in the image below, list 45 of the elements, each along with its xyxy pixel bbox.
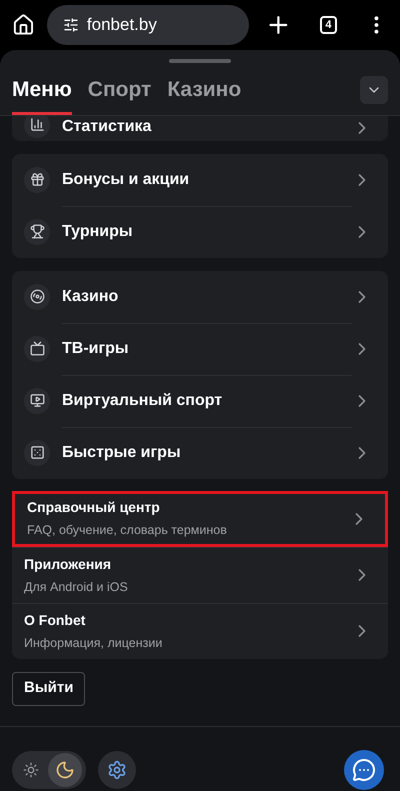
info-item-subtitle: Для Android и iOS [24,578,129,596]
site-info-icon[interactable] [62,17,79,33]
info-item[interactable]: Приложения Для Android и iOS [12,546,388,602]
menu-item[interactable]: Казино [12,270,388,322]
url-text: fonbet.by [86,14,157,36]
tab[interactable]: Казино [167,74,242,114]
menu-item-label: Быстрые игры [62,426,352,478]
info-item[interactable]: О Fonbet Информация, лицензии [12,602,388,658]
menu-item-label: Статистика [62,116,152,136]
theme-toggle[interactable] [12,750,86,788]
menu-item-label: Бонусы и акции [62,170,190,190]
settings-icon [107,760,127,780]
chart-icon [30,117,44,132]
drag-handle[interactable] [169,59,231,63]
info-item-subtitle: Информация, лицензии [24,634,164,652]
menu-item-label: Виртуальный спорт [62,374,352,426]
menu-item[interactable]: Виртуальный спорт [12,374,388,426]
tv-icon [30,341,44,356]
tab[interactable]: Спорт [88,74,152,114]
info-item[interactable]: Справочный центр FAQ, обучение, словарь терминов [12,490,388,546]
menu-item[interactable]: Бонусы и акции [12,154,388,206]
tab-count-button[interactable]: 4 [320,16,338,34]
info-item-title: Приложения [24,554,112,574]
info-item-title: О Fonbet [24,610,86,630]
moon-icon [55,760,75,780]
trophy-icon [30,224,44,239]
settings-button[interactable] [98,750,136,788]
logout-button[interactable]: Выйти [12,672,86,706]
sun-icon [23,762,39,778]
menu-item-label: Турниры [62,206,352,258]
menu-item-label: ТВ-игры [62,322,352,374]
dice-icon [30,445,44,460]
address-bar[interactable]: fonbet.by [46,5,249,45]
menu-item[interactable]: Статистика [12,116,388,140]
menu-item[interactable]: ТВ-игры [12,322,388,374]
gift-icon [30,172,44,187]
info-item-subtitle: FAQ, обучение, словарь терминов [27,522,228,540]
chat-button[interactable] [344,750,384,790]
chat-icon [352,758,376,782]
menu-item[interactable]: Быстрые игры [12,426,388,478]
menu-item[interactable]: Турниры [12,206,388,258]
collapse-button[interactable] [360,76,388,104]
info-item-title: Справочный центр [27,498,161,518]
menu-item-label: Казино [62,286,120,306]
home-icon[interactable] [12,13,35,37]
